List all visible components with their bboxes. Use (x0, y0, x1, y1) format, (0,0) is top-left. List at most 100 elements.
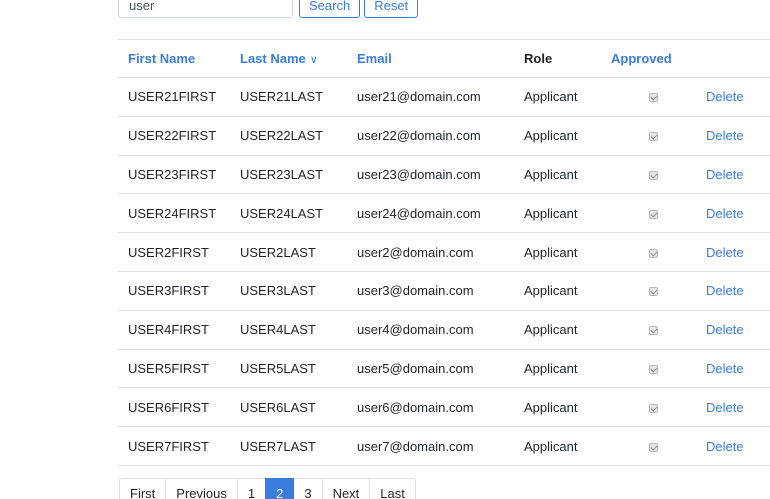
cell-role: Applicant (514, 387, 601, 428)
users-table: First Name Last Name ∨ Email Role Approve… (118, 39, 770, 466)
cell-approved (601, 232, 696, 272)
cell-approved (601, 387, 696, 428)
cell-actions: Delete (696, 387, 770, 428)
delete-link[interactable]: Delete (706, 206, 744, 221)
cell-last-name: USER7LAST (230, 426, 347, 466)
delete-link[interactable]: Delete (706, 167, 744, 182)
cell-email: user5@domain.com (347, 349, 514, 389)
cell-role: Applicant (514, 116, 601, 156)
cell-email: user22@domain.com (347, 116, 514, 156)
table-row: USER5FIRST USER5LAST user5@domain.com Appli… (118, 349, 770, 389)
column-header-email[interactable]: Email (347, 39, 514, 78)
cell-email: user23@domain.com (347, 155, 514, 195)
cell-last-name: USER24LAST (230, 193, 347, 234)
column-header-last-name[interactable]: Last Name ∨ (230, 39, 347, 78)
cell-role: Applicant (514, 155, 601, 195)
page-2-button[interactable]: 2 (265, 478, 295, 499)
cell-actions: Delete (696, 271, 770, 311)
approved-checkbox[interactable] (649, 171, 658, 181)
column-header-actions (696, 39, 770, 78)
delete-link[interactable]: Delete (706, 322, 744, 337)
cell-email: user2@domain.com (347, 232, 514, 272)
column-header-first-name[interactable]: First Name (118, 39, 230, 78)
delete-link[interactable]: Delete (706, 245, 744, 260)
approved-checkbox[interactable] (649, 132, 658, 142)
cell-role: Applicant (514, 232, 601, 272)
cell-approved (601, 155, 696, 195)
cell-email: user7@domain.com (347, 426, 514, 466)
reset-button[interactable]: Reset (364, 0, 419, 18)
delete-link[interactable]: Delete (706, 283, 744, 298)
page-1-button[interactable]: 1 (236, 478, 267, 499)
cell-first-name: USER3FIRST (118, 271, 230, 311)
cell-last-name: USER23LAST (230, 155, 347, 195)
cell-actions: Delete (696, 155, 770, 195)
search-input[interactable] (118, 0, 293, 18)
column-header-label: First Name (128, 51, 196, 66)
table-row: USER7FIRST USER7LAST user7@domain.com Appli… (118, 426, 770, 466)
approved-checkbox[interactable] (649, 442, 658, 452)
approved-checkbox[interactable] (649, 403, 658, 413)
page-first-button[interactable]: First (119, 478, 167, 499)
table-row: USER6FIRST USER6LAST user6@domain.com Appli… (118, 387, 770, 428)
approved-checkbox[interactable] (649, 287, 658, 297)
approved-checkbox[interactable] (649, 93, 658, 103)
table-row: USER22FIRST USER22LAST user22@domain.com Ap… (118, 116, 770, 156)
delete-link[interactable]: Delete (706, 89, 744, 104)
cell-first-name: USER4FIRST (118, 310, 230, 350)
delete-link[interactable]: Delete (706, 400, 744, 415)
cell-role: Applicant (514, 310, 601, 350)
cell-last-name: USER2LAST (230, 232, 347, 272)
table-row: USER24FIRST USER24LAST user24@domain.com Ap… (118, 193, 770, 234)
cell-actions: Delete (696, 77, 770, 117)
approved-checkbox[interactable] (649, 209, 658, 219)
column-header-label: Last Name (240, 51, 306, 66)
table-row: USER23FIRST USER23LAST user23@domain.com Ap… (118, 155, 770, 195)
sort-descending-icon: ∨ (309, 54, 318, 66)
page-next-button[interactable]: Next (321, 478, 371, 499)
pagination: First Previous 1 2 3 Next Last (119, 478, 416, 499)
delete-link[interactable]: Delete (706, 361, 744, 376)
cell-first-name: USER24FIRST (118, 193, 230, 234)
cell-first-name: USER5FIRST (118, 349, 230, 389)
cell-last-name: USER22LAST (230, 116, 347, 156)
cell-actions: Delete (696, 349, 770, 389)
cell-actions: Delete (696, 193, 770, 234)
delete-link[interactable]: Delete (706, 439, 744, 454)
cell-email: user21@domain.com (347, 77, 514, 117)
column-header-approved[interactable]: Approved (601, 39, 696, 78)
cell-approved (601, 271, 696, 311)
cell-email: user6@domain.com (347, 387, 514, 428)
approved-checkbox[interactable] (649, 326, 658, 336)
cell-actions: Delete (696, 310, 770, 350)
column-header-role: Role (514, 39, 601, 78)
cell-approved (601, 349, 696, 389)
cell-role: Applicant (514, 271, 601, 311)
table-row: USER4FIRST USER4LAST user4@domain.com Appli… (118, 310, 770, 350)
cell-last-name: USER6LAST (230, 387, 347, 428)
cell-first-name: USER22FIRST (118, 116, 230, 156)
cell-actions: Delete (696, 426, 770, 466)
approved-checkbox[interactable] (649, 365, 658, 375)
delete-link[interactable]: Delete (706, 128, 744, 143)
page-3-button[interactable]: 3 (293, 478, 323, 499)
cell-last-name: USER5LAST (230, 349, 347, 389)
cell-approved (601, 193, 696, 234)
cell-approved (601, 426, 696, 466)
cell-role: Applicant (514, 77, 601, 117)
search-bar: Search Reset (118, 0, 419, 18)
cell-role: Applicant (514, 426, 601, 466)
cell-last-name: USER4LAST (230, 310, 347, 350)
page-last-button[interactable]: Last (369, 478, 416, 499)
page-previous-button[interactable]: Previous (165, 478, 238, 499)
cell-last-name: USER21LAST (230, 77, 347, 117)
cell-first-name: USER7FIRST (118, 426, 230, 466)
cell-actions: Delete (696, 116, 770, 156)
table-row: USER2FIRST USER2LAST user2@domain.com Appli… (118, 232, 770, 272)
table-row: USER21FIRST USER21LAST user21@domain.com Ap… (118, 77, 770, 117)
table-header-row: First Name Last Name ∨ Email Role Approve… (118, 39, 770, 78)
cell-role: Applicant (514, 193, 601, 234)
search-button[interactable]: Search (299, 0, 361, 18)
approved-checkbox[interactable] (649, 248, 658, 258)
cell-first-name: USER2FIRST (118, 232, 230, 272)
